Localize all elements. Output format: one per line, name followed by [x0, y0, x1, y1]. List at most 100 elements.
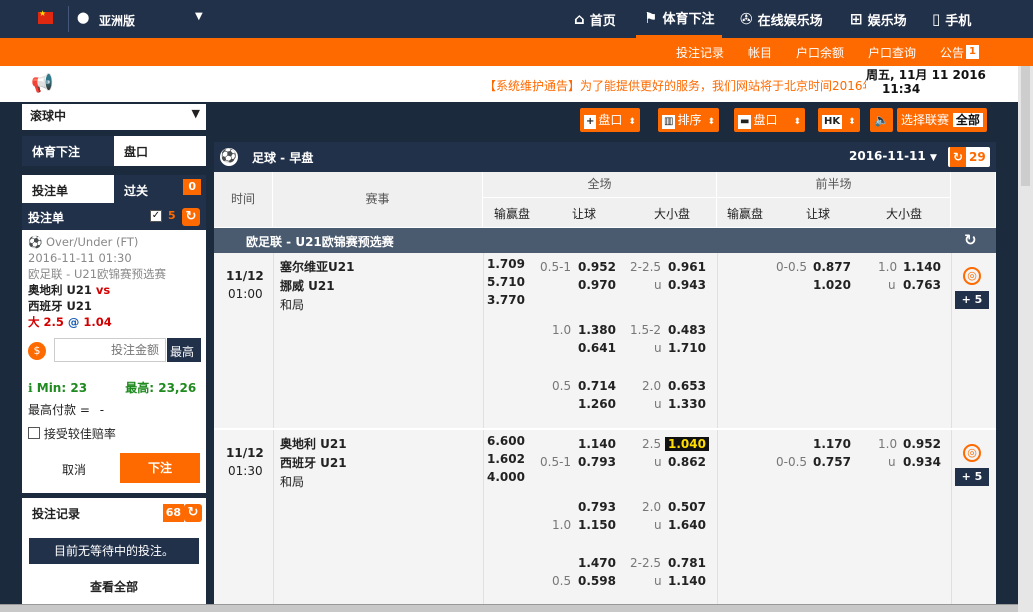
china-flag-icon[interactable]	[38, 9, 53, 24]
refresh-icon[interactable]: ↻	[184, 504, 202, 522]
tab-market[interactable]: 盘口	[114, 136, 206, 166]
more-markets-button[interactable]: + 5	[955, 468, 989, 486]
slip-checkbox[interactable]: ✓	[150, 210, 162, 222]
odds-1x2-draw[interactable]: 3.770	[487, 291, 525, 309]
odds-handicap-home[interactable]: 0.793	[578, 498, 616, 516]
home-team: 塞尔维亚U21	[280, 260, 355, 274]
league-row[interactable]: 欧足联 - U21欧锦赛预选赛 ↻	[214, 228, 996, 253]
view-all-link[interactable]: 查看全部	[22, 578, 206, 595]
odds-half-handicap-home[interactable]: 0.877	[813, 258, 851, 276]
nav-live-casino[interactable]: ✇ 在线娱乐场	[740, 0, 823, 38]
odds-over[interactable]: 0.961	[668, 258, 706, 276]
ou-line: 2-2.5	[630, 260, 662, 274]
divider	[483, 430, 484, 612]
odds-under[interactable]: 0.943	[668, 276, 706, 294]
odds-handicap-home[interactable]: 0.714	[578, 377, 616, 395]
date-select[interactable]: 2016-11-11 ▼	[849, 149, 937, 163]
max-stake-button[interactable]: 最高	[167, 338, 201, 362]
link-announcement[interactable]: 公告	[940, 44, 964, 61]
soccer-ball-icon: ⚽	[220, 148, 238, 166]
more-markets-button[interactable]: + 5	[955, 291, 989, 309]
odds-1x2-away[interactable]: 1.602	[487, 450, 525, 468]
page-scrollbar[interactable]	[1018, 66, 1033, 612]
refresh-icon[interactable]: ↻	[182, 208, 200, 226]
tab-single-slip[interactable]: 投注单	[22, 175, 114, 203]
link-account[interactable]: 户口查询	[868, 44, 916, 61]
plus-box-icon: +	[584, 115, 597, 129]
odds-1x2-home[interactable]: 1.709	[487, 255, 525, 273]
scrollbar-thumb[interactable]	[1021, 66, 1030, 186]
odds-over-selected[interactable]: 1.040	[665, 435, 709, 453]
odds-under[interactable]: 1.330	[668, 395, 706, 413]
home-team: 奥地利 U21	[280, 437, 347, 451]
updown-icon: ⬍	[793, 117, 802, 127]
bet-record-panel: 投注记录 68 ↻ 目前无等待中的投注。 查看全部	[22, 498, 206, 608]
region-select[interactable]: ⬤ 亚洲版 ▼	[68, 6, 214, 32]
live-select[interactable]: 滚球中 ▼	[22, 104, 206, 130]
tab-sports-bet[interactable]: 体育下注	[22, 136, 114, 166]
tab-parlay-label: 过关	[124, 184, 149, 198]
odds-handicap-away[interactable]: 0.793	[578, 453, 616, 471]
no-pending-message: 目前无等待中的投注。	[29, 538, 199, 564]
odds-under[interactable]: 1.140	[668, 572, 706, 590]
odds-over[interactable]: 0.483	[668, 321, 706, 339]
odds-over[interactable]: 0.653	[668, 377, 706, 395]
accept-checkbox[interactable]	[28, 427, 40, 439]
region-label: 亚洲版	[99, 14, 136, 28]
odds-handicap-away[interactable]: 0.641	[578, 339, 616, 357]
tab-parlay[interactable]: 过关 0	[114, 175, 206, 203]
min-value: 23	[70, 381, 88, 395]
nav-sports[interactable]: ⚑ 体育下注	[636, 0, 723, 38]
odds-half-handicap-away[interactable]: 1.020	[813, 276, 851, 294]
accept-better-odds[interactable]: 接受较佳赔率	[28, 425, 116, 442]
handicap-line: 0.5-1	[540, 260, 572, 274]
market-button[interactable]: + 盘口 ⬍	[580, 108, 640, 132]
link-balance[interactable]: 户口余额	[796, 44, 844, 61]
max-label: 最高:	[125, 381, 155, 395]
odds-handicap-home[interactable]: 1.380	[578, 321, 616, 339]
odds-half-over[interactable]: 0.952	[903, 435, 941, 453]
odds-handicap-home[interactable]: 1.140	[578, 435, 616, 453]
odds-1x2-draw[interactable]: 4.000	[487, 468, 525, 486]
odds-handicap-away[interactable]: 1.150	[578, 516, 616, 534]
odds-half-over[interactable]: 1.140	[903, 258, 941, 276]
odds-half-under[interactable]: 0.934	[903, 453, 941, 471]
link-bet-history[interactable]: 投注记录	[676, 44, 724, 61]
max-payout-value: -	[99, 403, 105, 417]
stake-input[interactable]	[54, 338, 166, 362]
gamepad-icon: ⊞	[850, 10, 863, 28]
notice-marquee[interactable]: 【系统维护通告】为了能提供更好的服务，我们网站将于北京时间2016年11	[484, 77, 882, 94]
nav-home[interactable]: ⌂ 首页	[574, 0, 616, 38]
stats-icon[interactable]: ◎	[963, 444, 981, 462]
nav-mobile[interactable]: ▯ 手机	[932, 0, 971, 38]
odds-1x2-home[interactable]: 6.600	[487, 432, 525, 450]
odds-under[interactable]: 0.862	[668, 453, 706, 471]
odds-half-handicap-away[interactable]: 0.757	[813, 453, 851, 471]
chevron-down-icon: ▼	[929, 153, 937, 163]
odds-half-handicap-home[interactable]: 1.170	[813, 435, 851, 453]
stats-icon[interactable]: ◎	[963, 267, 981, 285]
odds-handicap-home[interactable]: 0.952	[578, 258, 616, 276]
sort-button[interactable]: ▥ 排序 ⬍	[658, 108, 720, 132]
odds-handicap-away[interactable]: 0.970	[578, 276, 616, 294]
refresh-icon[interactable]: ↻	[964, 231, 977, 249]
odds-under[interactable]: 1.640	[668, 516, 706, 534]
odds-format-select[interactable]: HK ⬍	[818, 108, 860, 132]
link-statement[interactable]: 帐目	[748, 44, 772, 61]
refresh-counter[interactable]: ↻ 29	[948, 147, 990, 167]
place-bet-button[interactable]: 下注	[120, 453, 200, 483]
select-league-button[interactable]: 选择联赛 全部	[897, 108, 987, 132]
chevron-down-icon: ▼	[195, 11, 203, 22]
odds-over[interactable]: 0.781	[668, 554, 706, 572]
odds-handicap-away[interactable]: 0.598	[578, 572, 616, 590]
odds-handicap-away[interactable]: 1.260	[578, 395, 616, 413]
cancel-button[interactable]: 取消	[42, 461, 106, 481]
sound-icon[interactable]: 🔈	[870, 108, 893, 132]
odds-half-under[interactable]: 0.763	[903, 276, 941, 294]
odds-under[interactable]: 1.710	[668, 339, 706, 357]
odds-view-button[interactable]: ▬ 盘口 ⬍	[734, 108, 806, 132]
odds-handicap-home[interactable]: 1.470	[578, 554, 616, 572]
odds-over[interactable]: 0.507	[668, 498, 706, 516]
nav-casino[interactable]: ⊞ 娱乐场	[850, 0, 907, 38]
odds-1x2-away[interactable]: 5.710	[487, 273, 525, 291]
